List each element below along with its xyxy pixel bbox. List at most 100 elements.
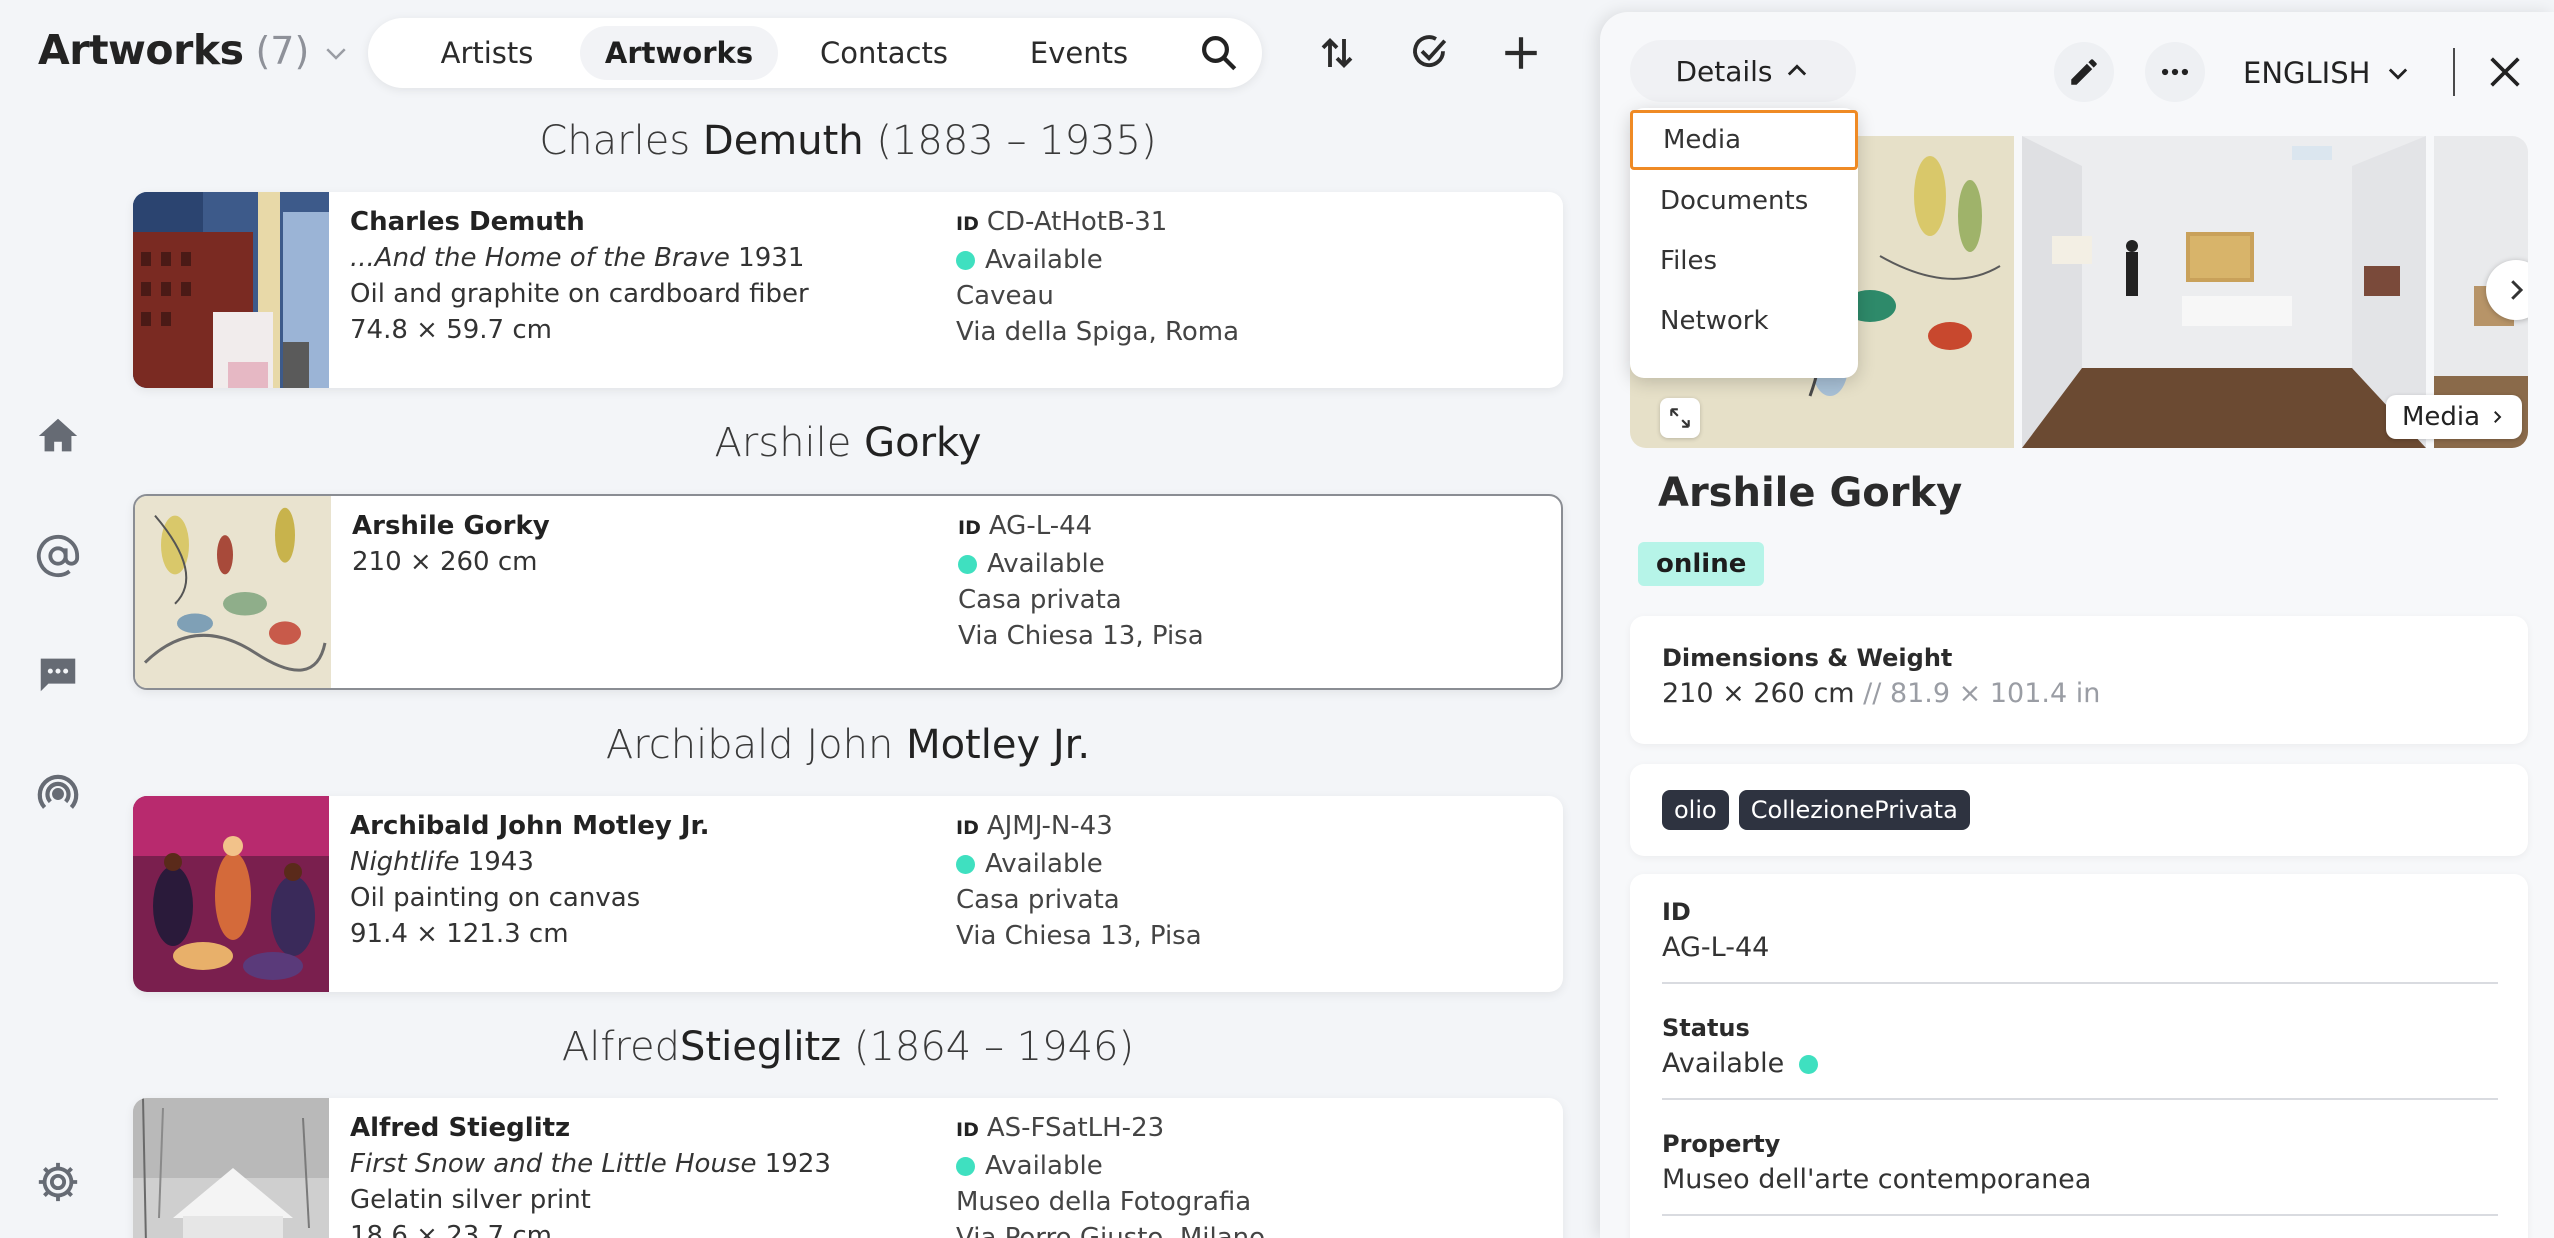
at-sign-icon[interactable]: [34, 532, 82, 580]
artwork-title-line: ...And the Home of the Brave 1931: [350, 240, 809, 276]
artwork-info: Arshile Gorky 210 × 260 cm: [352, 508, 550, 580]
media-chip-label: Media: [2402, 402, 2481, 432]
id-field: ID AG-L-44: [1662, 898, 2498, 963]
artwork-meta: ID AG-L-44 Available Casa privata Via Chi…: [958, 508, 1204, 654]
field-value: Available: [1662, 1048, 2498, 1079]
field-value: Museo dell'arte contemporanea: [1662, 1164, 2092, 1195]
media-link[interactable]: Media: [2386, 395, 2523, 439]
artwork-info: Charles Demuth ...And the Home of the Br…: [350, 204, 809, 348]
artwork-card[interactable]: Archibald John Motley Jr. Nightlife 1943…: [133, 796, 1563, 992]
heading-first-name: Archibald John: [605, 722, 907, 768]
status-dot: [956, 251, 975, 270]
tag-chip[interactable]: olio: [1662, 790, 1729, 830]
dimensions-metric: 210 × 260 cm: [1662, 678, 1855, 709]
more-options-button[interactable]: [2145, 42, 2205, 102]
home-icon[interactable]: [34, 412, 82, 460]
heading-last-name: Demuth: [702, 118, 864, 164]
select-check-icon[interactable]: [1406, 30, 1452, 76]
id-label: ID: [956, 213, 979, 235]
settings-gear-icon[interactable]: [34, 1158, 82, 1206]
status-field: Status Available: [1662, 1014, 2498, 1079]
page-heading[interactable]: Artworks (7): [38, 26, 351, 74]
tab-artists[interactable]: Artists: [402, 26, 572, 80]
sort-icon[interactable]: [1314, 30, 1360, 76]
heading-last-name: Stieglitz: [680, 1024, 842, 1070]
menu-item-media[interactable]: Media: [1630, 110, 1858, 170]
group-heading: Arshile Gorky: [132, 420, 1564, 466]
status-dot: [956, 1157, 975, 1176]
artwork-card-selected[interactable]: Arshile Gorky 210 × 260 cm ID AG-L-44 Ava…: [133, 494, 1563, 690]
status-text: Available: [985, 245, 1103, 275]
close-icon[interactable]: [2485, 52, 2525, 92]
artist-name: Alfred Stieglitz: [350, 1113, 571, 1143]
artwork-meta: ID AS-FSatLH-23 Available Museo della Fot…: [956, 1110, 1265, 1238]
artist-name: Arshile Gorky: [352, 511, 550, 541]
tab-events[interactable]: Events: [990, 26, 1168, 80]
left-rail: [0, 0, 115, 1238]
properties-card: ID AG-L-44 Status Available Property Mus…: [1630, 874, 2528, 1238]
artwork-size: 18.6 × 23.7 cm: [350, 1221, 552, 1238]
artwork-medium: Oil painting on canvas: [350, 883, 641, 913]
address: Via Chiesa 13, Pisa: [958, 621, 1204, 651]
group-heading: Archibald John Motley Jr.: [132, 722, 1564, 768]
chevron-up-icon: [1787, 64, 1806, 76]
location: Caveau: [956, 281, 1054, 311]
location: Casa privata: [958, 585, 1122, 615]
tab-contacts[interactable]: Contacts: [786, 26, 982, 80]
artwork-title-line: First Snow and the Little House 1923: [350, 1146, 831, 1182]
language-select[interactable]: ENGLISH: [2243, 56, 2412, 90]
heading-first-name: Arshile: [714, 420, 865, 466]
id-label: ID: [958, 517, 981, 539]
tags-list: olio CollezionePrivata: [1662, 790, 2498, 830]
edit-button[interactable]: [2054, 42, 2114, 102]
location: Casa privata: [956, 885, 1120, 915]
status-badge: online: [1638, 542, 1765, 586]
group-heading: AlfredStieglitz (1864 – 1946): [132, 1024, 1564, 1070]
pencil-icon: [2071, 59, 2097, 85]
artwork-id-line: ID AJMJ-N-43: [956, 808, 1202, 846]
main-nav: Artists Artworks Contacts Events: [368, 18, 1262, 88]
tag-chip[interactable]: CollezionePrivata: [1738, 790, 1970, 830]
tab-artworks[interactable]: Artworks: [580, 26, 778, 80]
status-line: Available: [956, 1148, 1265, 1184]
artwork-title-line: Nightlife 1943: [350, 844, 710, 880]
artwork-year: 1943: [459, 847, 534, 877]
artwork-id: AS-FSatLH-23: [986, 1113, 1165, 1143]
artwork-medium: Gelatin silver print: [350, 1185, 591, 1215]
status-dot: [958, 555, 977, 574]
artwork-info: Archibald John Motley Jr. Nightlife 1943…: [350, 808, 710, 952]
field-label: Dimensions & Weight: [1662, 644, 1953, 672]
menu-item-documents[interactable]: Documents: [1630, 171, 1858, 231]
broadcast-icon[interactable]: [34, 770, 82, 818]
chevron-down-icon[interactable]: [321, 38, 351, 68]
gallery-image[interactable]: [2022, 136, 2426, 448]
chevron-down-icon: [2389, 68, 2408, 80]
menu-item-network[interactable]: Network: [1630, 291, 1858, 351]
artwork-year: 1923: [756, 1149, 831, 1179]
status-dot: [1798, 1055, 1818, 1074]
chat-icon[interactable]: [34, 650, 82, 698]
field-label: ID: [1662, 898, 1691, 926]
status-text: Available: [985, 849, 1103, 879]
expand-icon[interactable]: [1660, 398, 1700, 438]
menu-item-files[interactable]: Files: [1630, 231, 1858, 291]
group-heading: Charles Demuth (1883 – 1935): [132, 118, 1564, 164]
artwork-title: ...And the Home of the Brave: [350, 243, 730, 273]
heading-first-name: Alfred: [561, 1024, 681, 1070]
heading-years: (1883 – 1935): [863, 118, 1157, 164]
artwork-thumbnail: [135, 496, 331, 688]
artwork-card[interactable]: Alfred Stieglitz First Snow and the Litt…: [133, 1098, 1563, 1238]
result-count: (7): [255, 29, 310, 73]
artwork-size: 91.4 × 121.3 cm: [350, 919, 569, 949]
address: Via Porro Giusto, Milano: [956, 1223, 1266, 1238]
address: Via della Spiga, Roma: [956, 317, 1240, 347]
status-line: Available: [956, 242, 1239, 278]
id-label: ID: [956, 817, 979, 839]
artwork-title: Nightlife: [350, 847, 460, 877]
id-label: ID: [956, 1119, 979, 1141]
add-icon[interactable]: [1498, 30, 1544, 76]
details-menu-button[interactable]: Details: [1630, 40, 1856, 102]
artwork-card[interactable]: Charles Demuth ...And the Home of the Br…: [133, 192, 1563, 388]
search-icon[interactable]: [1198, 32, 1240, 74]
chevron-right-icon: [2494, 411, 2502, 423]
